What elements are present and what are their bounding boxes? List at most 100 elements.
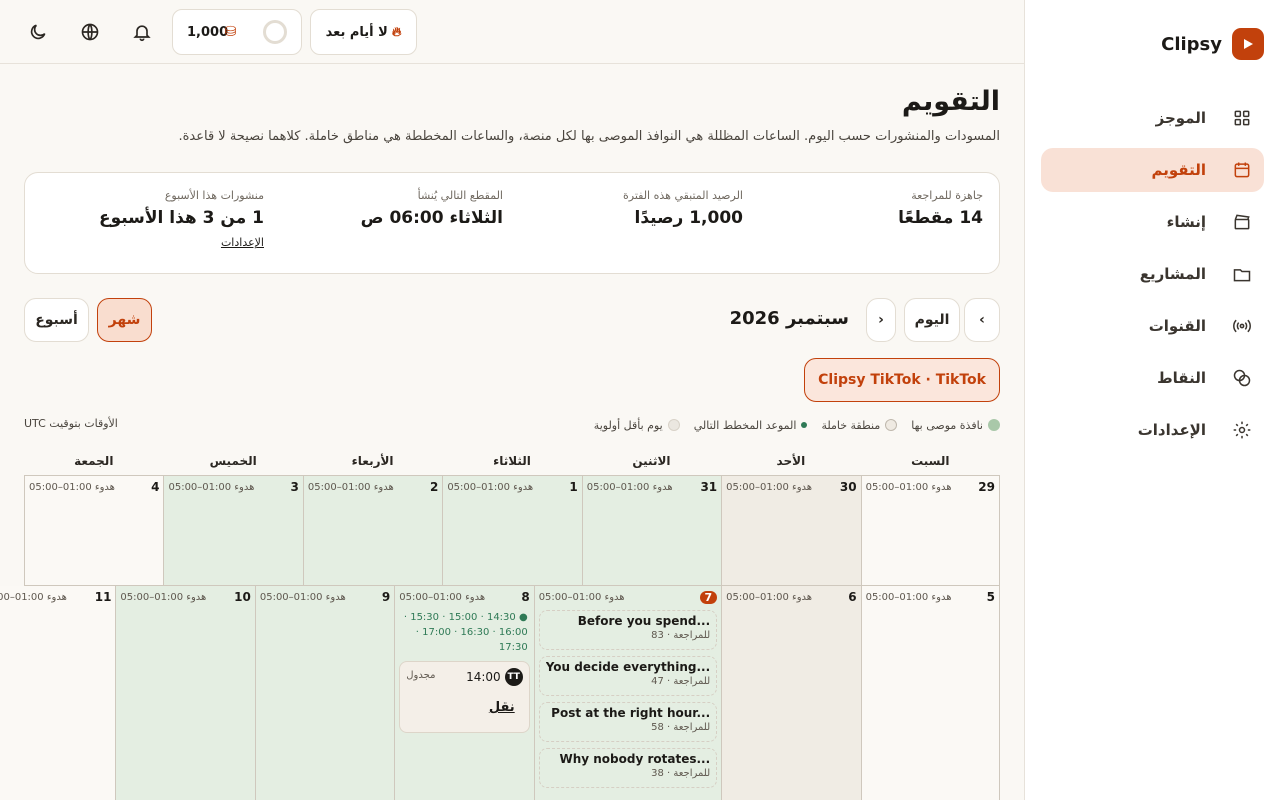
day-cell-header: 8 هدوء 01:00–05:00 — [399, 590, 529, 604]
calendar-day-cell[interactable]: 7 هدوء 01:00–05:00 Before you spend... للمر… — [533, 586, 722, 800]
stat-label: منشورات هذا الأسبوع — [164, 189, 264, 202]
credits-pill[interactable]: 1,000 ⛁ — [172, 9, 302, 55]
weekday-label: الأربعاء — [351, 454, 394, 468]
draft-meta: للمراجعة · 38 — [651, 768, 711, 779]
calendar-day-cell[interactable]: 10 هدوء 01:00–05:00 — [115, 586, 255, 800]
tiktok-badge-icon: TT — [504, 668, 523, 686]
legend-item: نافذة موصى بها — [911, 419, 1000, 432]
sidebar-item-label: القنوات — [1148, 317, 1206, 335]
bell-icon — [133, 25, 151, 42]
coins-icon — [1232, 368, 1252, 388]
gear-icon — [1232, 420, 1252, 440]
calendar-weeks: 29 هدوء 01:00–05:00 30 هدوء 01:00–05:00 31 هد… — [0, 476, 1000, 800]
play-logo-icon — [1232, 28, 1264, 60]
stat-value: الثلاثاء 06:00 ص — [360, 208, 503, 228]
moon-icon — [30, 24, 46, 40]
legend-swatch — [988, 419, 1000, 431]
stat-label: الرصيد المتبقي هذه الفترة — [622, 189, 743, 202]
language-button[interactable] — [74, 16, 106, 48]
notifications-button[interactable] — [126, 16, 158, 48]
calendar-day-cell[interactable]: 2 هدوء 01:00–05:00 — [302, 476, 443, 585]
draft-card[interactable]: You decide everything... للمراجعة · 47 — [538, 656, 718, 696]
credits-ring-icon — [262, 20, 287, 44]
day-number: 1 — [569, 480, 578, 494]
stat-next-clip: المقطع التالي يُنشأ الثلاثاء 06:00 ص — [361, 189, 503, 228]
calendar-day-cell[interactable]: 8 هدوء 01:00–05:00 ● 14:30 · 15:00 · 15:30… — [394, 586, 534, 800]
credits-value: 1,000 — [187, 24, 229, 40]
legend-swatch — [885, 419, 898, 431]
day-number: 4 — [151, 480, 160, 494]
legend-item: يوم بأقل أولوية — [594, 419, 680, 432]
calendar-day-cell[interactable]: 5 هدوء 01:00–05:00 — [860, 586, 1000, 800]
post-title-link[interactable]: نقل — [489, 700, 515, 715]
calendar-grid: السبت الأحد الاثنين الثلاثاء الأربعاء ال… — [0, 452, 1000, 800]
calendar-week: 5 هدوء 01:00–05:00 6 هدوء 01:00–05:00 7 هدوء … — [0, 586, 1000, 800]
planned-slots[interactable]: ● 14:30 · 15:00 · 15:30 · 16:00 · 16:30 … — [399, 610, 529, 655]
quiet-hours-label: هدوء 01:00–05:00 — [447, 481, 534, 493]
streak-pill[interactable]: 🔥︎ لا أيام بعد — [310, 9, 417, 55]
sidebar-item-clapper[interactable]: إنشاء — [1041, 200, 1264, 244]
calendar-day-cell[interactable]: 29 هدوء 01:00–05:00 — [860, 476, 1000, 585]
legend-item: الموعد المخطط التالي — [694, 419, 808, 432]
view-week-button[interactable]: أسبوع — [24, 298, 89, 342]
brand[interactable]: Clipsy — [1161, 28, 1264, 60]
calendar-day-cell[interactable]: 3 هدوء 01:00–05:00 — [163, 476, 303, 585]
channel-chip[interactable]: Clipsy TikTok · TikTok — [804, 358, 1000, 402]
post-time-value: 14:00 — [466, 670, 501, 684]
day-number: 11 — [94, 590, 112, 604]
view-month-button[interactable]: شهر — [97, 298, 152, 342]
stat-value: 1 من 3 هذا الأسبوع — [98, 208, 264, 228]
next-month-button[interactable]: › — [866, 298, 896, 342]
theme-toggle-button[interactable] — [22, 16, 54, 48]
calendar-day-cell[interactable]: 9 هدوء 01:00–05:00 — [254, 586, 395, 800]
calendar-day-cell[interactable]: 4 هدوء 01:00–05:00 — [24, 476, 164, 585]
legend-item: منطقة خاملة — [821, 419, 898, 432]
globe-icon — [81, 23, 99, 41]
draft-meta: للمراجعة · 83 — [651, 630, 711, 641]
quiet-hours-label: هدوء 01:00–05:00 — [538, 591, 625, 603]
weekday-label: الخميس — [209, 454, 257, 468]
sidebar-item-grid[interactable]: الموجز — [1041, 96, 1264, 140]
quiet-hours-label: هدوء 01:00–05:00 — [168, 481, 255, 493]
post-time: TT 14:00 — [466, 668, 523, 686]
folder-icon — [1232, 264, 1252, 284]
day-cell-header: 7 هدوء 01:00–05:00 — [538, 590, 718, 604]
stat-label: جاهزة للمراجعة — [911, 189, 983, 202]
quiet-hours-label: هدوء 01:00–05:00 — [399, 591, 486, 603]
stat-label: المقطع التالي يُنشأ — [417, 189, 503, 202]
calendar-day-cell[interactable]: 31 هدوء 01:00–05:00 — [581, 476, 722, 585]
draft-card[interactable]: Before you spend... للمراجعة · 83 — [538, 610, 718, 650]
sidebar-item-coins[interactable]: النقاط — [1041, 356, 1264, 400]
draft-card[interactable]: Why nobody rotates... للمراجعة · 38 — [538, 748, 718, 788]
sidebar-item-label: المشاريع — [1139, 265, 1206, 283]
calendar-day-cell[interactable]: 30 هدوء 01:00–05:00 — [721, 476, 861, 585]
prev-month-button[interactable]: ‹ — [964, 298, 1000, 342]
main-area: 1,000 ⛁ 🔥︎ لا أيام بعد التقويم المسودات … — [0, 0, 1024, 800]
draft-meta: للمراجعة · 58 — [651, 722, 711, 733]
calendar-day-cell[interactable]: 11 هدوء 01:00–05:00 — [0, 586, 116, 800]
draft-title: Why nobody rotates... — [559, 752, 711, 766]
day-number: 2 — [429, 480, 439, 494]
day-cell-header: 29 هدوء 01:00–05:00 — [866, 480, 995, 494]
quiet-hours-label: هدوء 01:00–05:00 — [865, 481, 952, 493]
month-label: سبتمبر 2026 — [729, 308, 849, 329]
calendar-day-cell[interactable]: 6 هدوء 01:00–05:00 — [721, 586, 861, 800]
day-number: 3 — [290, 480, 299, 494]
day-number: 5 — [986, 590, 995, 604]
day-cell-header: 2 هدوء 01:00–05:00 — [308, 480, 438, 494]
sidebar-item-gear[interactable]: الإعدادات — [1041, 408, 1264, 452]
sidebar-item-broadcast[interactable]: القنوات — [1041, 304, 1264, 348]
scheduled-post-card[interactable]: TT 14:00 مجدول نقل — [399, 661, 530, 733]
weekday-label: الاثنين — [632, 454, 671, 468]
settings-link[interactable]: الإعدادات — [221, 236, 264, 249]
day-cell-header: 10 هدوء 01:00–05:00 — [120, 590, 250, 604]
sidebar-item-calendar[interactable]: التقويم — [1041, 148, 1264, 192]
stat-ready: جاهزة للمراجعة 14 مقطعًا — [898, 189, 983, 228]
sidebar-item-folder[interactable]: المشاريع — [1041, 252, 1264, 296]
today-button[interactable]: اليوم — [904, 298, 960, 342]
draft-card[interactable]: Post at the right hour... للمراجعة · 58 — [538, 702, 718, 742]
quiet-hours-label: هدوء 01:00–05:00 — [865, 591, 952, 603]
day-cell-header: 9 هدوء 01:00–05:00 — [260, 590, 390, 604]
stat-weekly-posts: منشورات هذا الأسبوع 1 من 3 هذا الأسبوع ا… — [99, 189, 264, 250]
calendar-day-cell[interactable]: 1 هدوء 01:00–05:00 — [442, 476, 582, 585]
